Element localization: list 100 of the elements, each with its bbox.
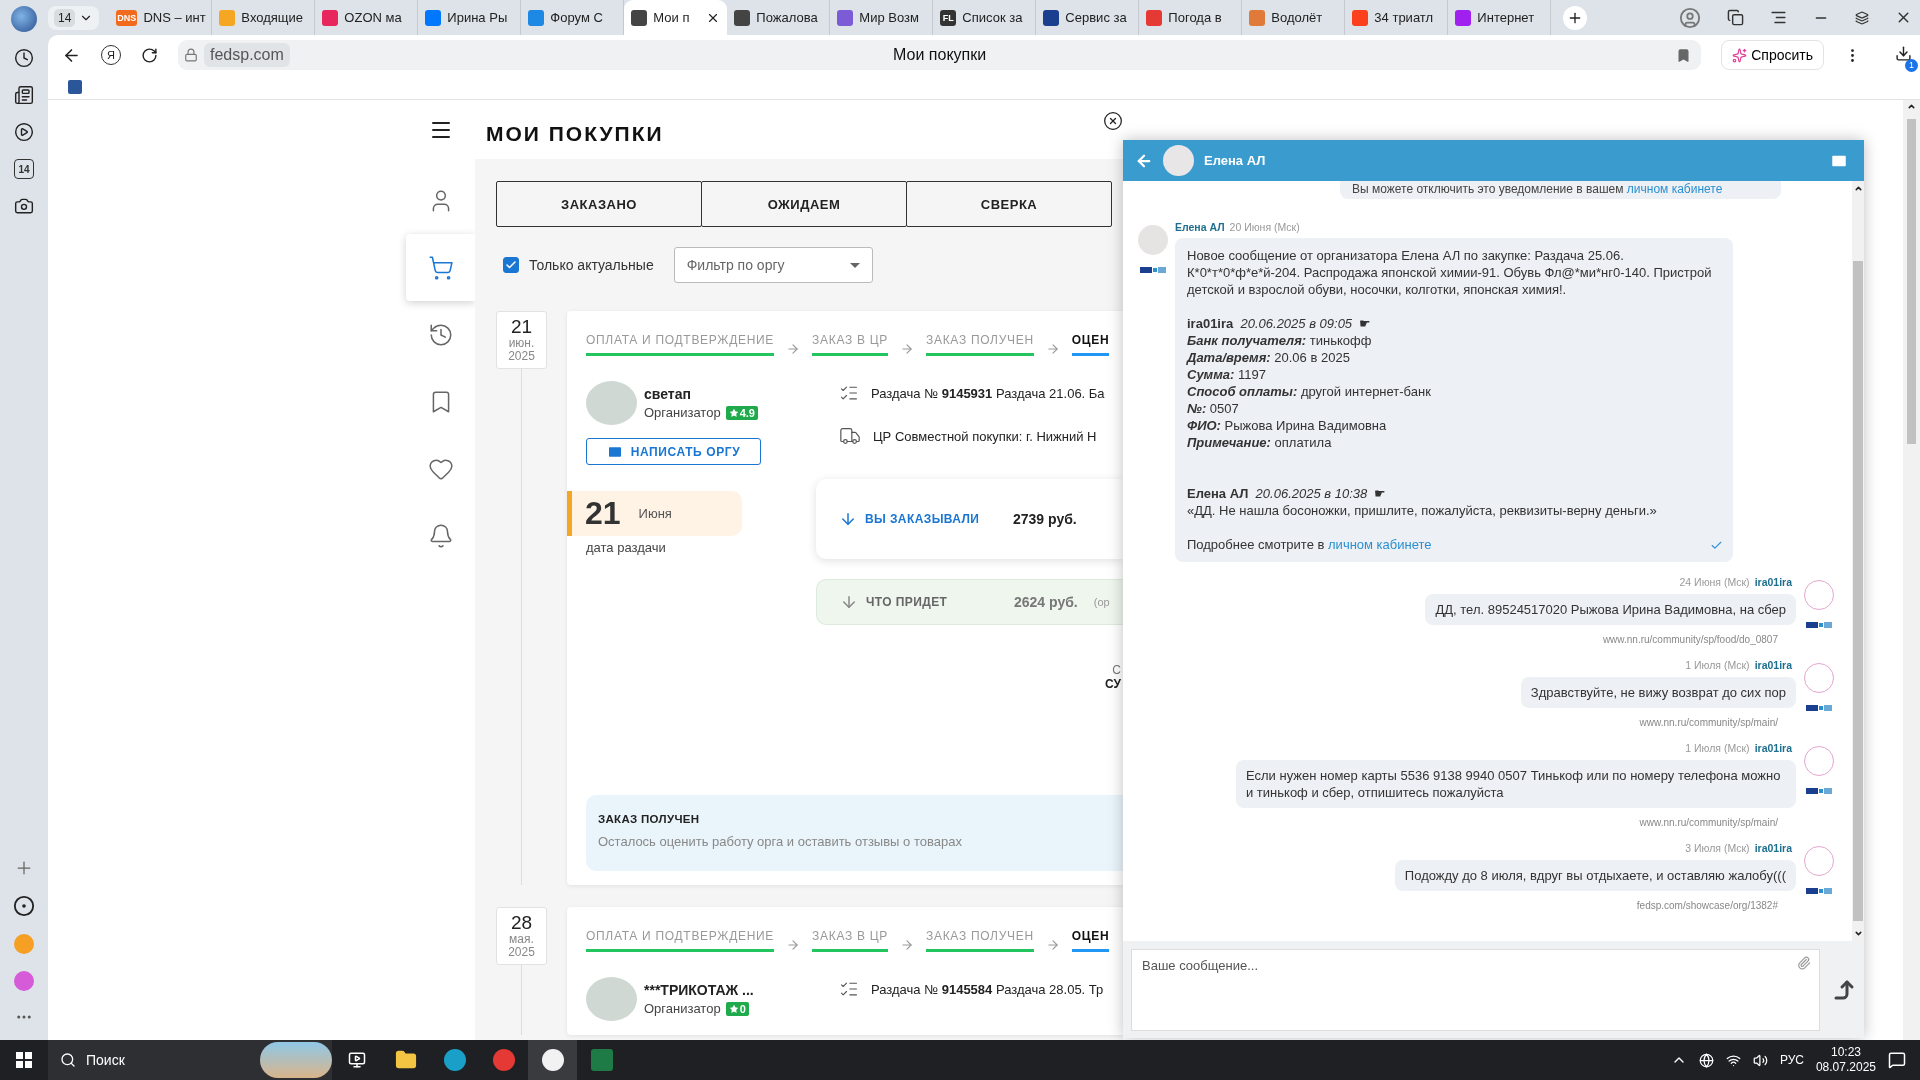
photo-placeholder xyxy=(586,381,637,425)
scrollbar[interactable] xyxy=(1903,100,1920,1040)
scroll-up-icon xyxy=(1853,184,1863,193)
sparkle-icon xyxy=(1732,47,1748,63)
arrow-down-icon xyxy=(839,510,857,528)
avatar xyxy=(1804,663,1834,693)
lock-icon xyxy=(184,48,198,62)
favicon-icon xyxy=(1043,9,1060,26)
ordered-label: ВЫ ЗАКАЗЫВАЛИ xyxy=(865,512,981,526)
arrow-right-icon xyxy=(1045,342,1060,356)
favicon-icon xyxy=(322,9,339,26)
message-date: 1 Июля (Мск) xyxy=(1685,742,1750,754)
circle-icon[interactable] xyxy=(13,895,35,917)
nnru-logo-icon xyxy=(1806,622,1832,630)
scrollbar-thumb[interactable] xyxy=(1907,119,1916,444)
message-bubble: ДД, тел. 89524517020 Рыжова Ирина Вадимовна, на сбер xyxy=(1425,594,1796,625)
collections-icon[interactable] xyxy=(1727,9,1744,26)
taskbar-app[interactable] xyxy=(528,1040,577,1080)
caret-icon xyxy=(849,262,860,268)
language-indicator[interactable]: РУС xyxy=(1779,1053,1804,1067)
arrow-right-icon xyxy=(786,342,801,356)
ask-button[interactable]: Спросить xyxy=(1721,40,1824,70)
date-day: 21 xyxy=(510,317,533,338)
paperclip-icon[interactable] xyxy=(1797,955,1811,970)
address-bar[interactable]: fedsp.com Мои покупки xyxy=(178,40,1702,70)
rating-badge: 0 xyxy=(725,1001,749,1016)
date-day: 28 xyxy=(510,913,533,934)
close-icon[interactable] xyxy=(1103,111,1123,131)
message-line: Примечание: оплатила xyxy=(1187,434,1332,451)
arrow-down-icon xyxy=(840,593,858,611)
reload-icon[interactable] xyxy=(141,46,158,64)
message-author: Елена АЛ xyxy=(1175,221,1225,233)
write-organizer-button[interactable]: НАПИСАТЬ ОРГУ xyxy=(586,438,761,465)
date-month: мая. xyxy=(509,933,534,946)
org-filter-dropdown[interactable]: Фильтр по оргу xyxy=(673,247,873,283)
summary-text: С xyxy=(1112,663,1121,677)
favicon-icon xyxy=(1455,9,1472,26)
avatar xyxy=(1804,746,1834,776)
handout-month: Июня xyxy=(638,506,672,521)
new-tab-button[interactable] xyxy=(1563,5,1588,30)
cart-icon xyxy=(427,254,454,281)
download-icon[interactable] xyxy=(1895,44,1912,62)
tab[interactable]: СВЕРКА xyxy=(906,181,1112,227)
favicon-icon xyxy=(1146,9,1163,26)
date-year: 2025 xyxy=(508,349,535,363)
task-view-icon xyxy=(347,1051,366,1069)
globe-icon[interactable] xyxy=(1698,1052,1714,1068)
order-info-text: ЦР Совместной покупки: г. Нижний Н xyxy=(873,428,1097,444)
profile-icon[interactable] xyxy=(1679,6,1701,29)
tab[interactable]: ОЖИДАЕМ xyxy=(701,181,907,227)
bookmark-icon[interactable] xyxy=(1676,47,1692,63)
camera-icon[interactable] xyxy=(14,196,34,216)
network-icon[interactable] xyxy=(1725,1052,1741,1068)
order-info-text: Раздача № 9145931 Раздача 21.06. Ба xyxy=(871,385,1105,401)
progress-step: ОПЛАТА И ПОДТВЕРЖДЕНИЕ xyxy=(586,929,775,952)
status-title: ЗАКАЗ ПОЛУЧЕН xyxy=(598,813,701,825)
summary-text: СУ xyxy=(1105,677,1121,691)
arrow-right-icon xyxy=(786,938,801,952)
rating-badge: 4.9 xyxy=(725,405,758,420)
progress-step: ЗАКАЗ В ЦР xyxy=(812,929,888,952)
tab-counter[interactable]: 14 xyxy=(48,5,100,30)
progress-step: ЗАКАЗ В ЦР xyxy=(812,333,888,356)
scrollbar[interactable] xyxy=(1852,181,1864,941)
favicon-icon xyxy=(425,9,442,26)
checkbox[interactable] xyxy=(503,257,519,273)
download-count-badge: 1 xyxy=(1905,58,1918,72)
play-icon[interactable] xyxy=(14,122,34,142)
date-year: 2025 xyxy=(508,945,535,959)
taskbar-clock[interactable]: 10:23 08.07.2025 xyxy=(1815,1045,1876,1075)
url-text: fedsp.com xyxy=(204,43,290,67)
menu-icon[interactable] xyxy=(1770,9,1787,26)
page-title: Мои покупки xyxy=(893,46,987,64)
volume-icon[interactable] xyxy=(1752,1052,1768,1068)
message-source: www.nn.ru/community/sp/food/do_0807 xyxy=(1602,634,1778,645)
browser-app-icon xyxy=(492,1049,515,1071)
message-input[interactable]: Ваше сообщение... xyxy=(1131,948,1820,1031)
organizer-role: Организатор xyxy=(644,1001,721,1016)
browser-logo[interactable] xyxy=(11,6,37,32)
browser-tab[interactable]: Мои п xyxy=(624,0,728,35)
notifications-icon[interactable] xyxy=(1888,1051,1906,1069)
assistant-icon[interactable] xyxy=(14,971,34,991)
tab[interactable]: ЗАКАЗАНО xyxy=(496,181,702,227)
taskbar-search[interactable]: Поиск xyxy=(48,1040,332,1080)
star-icon xyxy=(728,407,739,418)
favicon-icon: FL xyxy=(940,9,957,26)
message-author: ira01ira xyxy=(1754,842,1792,854)
notes-icon[interactable] xyxy=(14,85,34,105)
browser-app-icon xyxy=(443,1049,466,1071)
progress-step: ОЦЕН xyxy=(1071,929,1110,952)
read-check-icon xyxy=(1710,539,1723,552)
scroll-down-icon xyxy=(1853,929,1863,938)
nnru-logo-icon xyxy=(1806,705,1832,713)
calendar-icon[interactable]: 14 xyxy=(14,159,34,179)
progress-step: ЗАКАЗ ПОЛУЧЕН xyxy=(926,333,1034,356)
scrollbar-thumb[interactable] xyxy=(1853,261,1863,921)
date-month: июн. xyxy=(508,337,535,350)
message-line: Банк получателя: тинькофф xyxy=(1187,332,1372,349)
progress-step: ЗАКАЗ ПОЛУЧЕН xyxy=(926,929,1034,952)
clock-icon[interactable] xyxy=(14,48,34,68)
favicon-icon xyxy=(219,9,236,26)
